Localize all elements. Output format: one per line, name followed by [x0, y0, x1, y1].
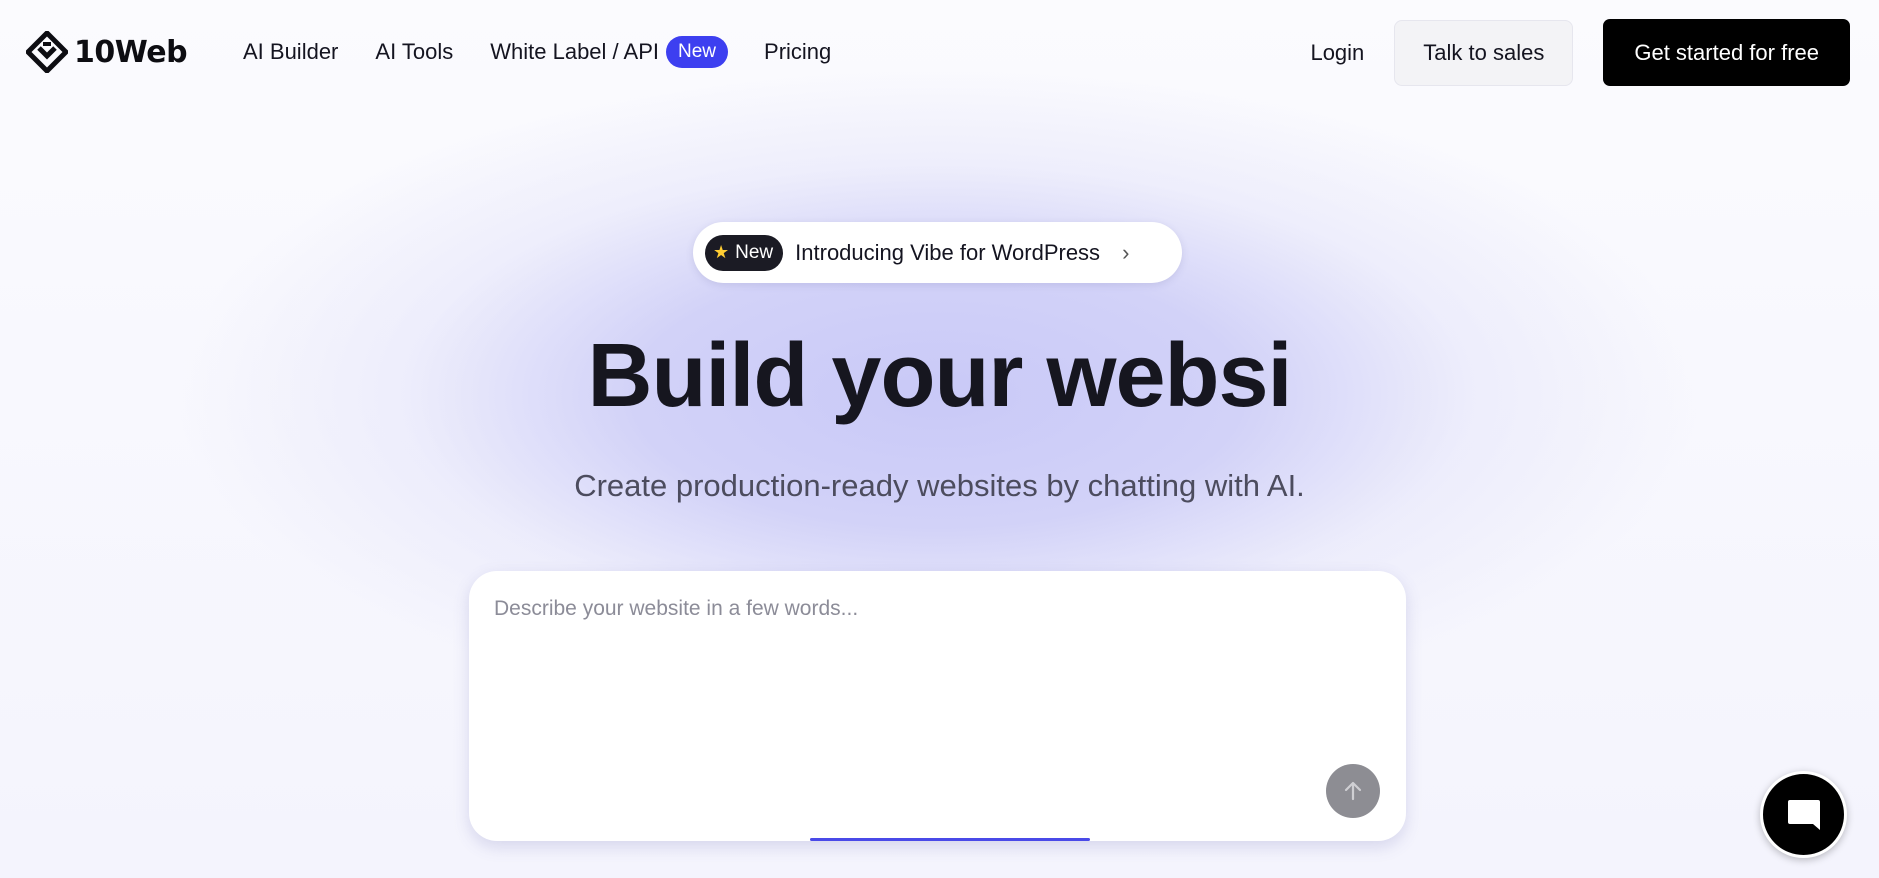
nav-white-label[interactable]: White Label / API New	[490, 36, 729, 68]
announcement-text: Introducing Vibe for WordPress	[795, 239, 1101, 265]
hero-headline: Build your websi	[587, 326, 1292, 426]
site-header: 10Web AI Builder AI Tools White Label / …	[0, 0, 1879, 106]
nav-pricing[interactable]: Pricing	[764, 39, 831, 65]
header-actions: Login Talk to sales Get started for free	[1310, 19, 1850, 86]
prompt-box	[469, 571, 1406, 841]
login-link[interactable]: Login	[1310, 40, 1364, 66]
chat-widget-button[interactable]	[1760, 771, 1847, 858]
announcement-badge-label: New	[735, 241, 774, 263]
logo-icon	[26, 31, 68, 73]
announcement-badge: ★ New	[705, 234, 784, 271]
get-started-button[interactable]: Get started for free	[1603, 19, 1850, 86]
star-icon: ★	[713, 242, 730, 262]
arrow-up-icon	[1344, 781, 1362, 801]
logo-text: 10Web	[74, 34, 188, 70]
nav-ai-tools[interactable]: AI Tools	[375, 39, 453, 65]
logo[interactable]: 10Web	[26, 31, 188, 73]
new-badge: New	[666, 36, 729, 68]
main-nav: AI Builder AI Tools White Label / API Ne…	[243, 34, 831, 70]
nav-white-label-text: White Label / API	[490, 39, 660, 64]
chat-bubble-icon	[1787, 799, 1820, 830]
prompt-underline-accent	[810, 838, 1090, 841]
chevron-right-icon: ›	[1122, 239, 1130, 265]
website-description-input[interactable]	[494, 597, 1374, 767]
talk-to-sales-button[interactable]: Talk to sales	[1394, 19, 1574, 86]
send-button[interactable]	[1326, 764, 1380, 818]
hero-subheadline: Create production-ready websites by chat…	[574, 468, 1305, 503]
nav-ai-builder[interactable]: AI Builder	[243, 39, 338, 65]
announcement-pill[interactable]: ★ New Introducing Vibe for WordPress ›	[693, 222, 1182, 283]
